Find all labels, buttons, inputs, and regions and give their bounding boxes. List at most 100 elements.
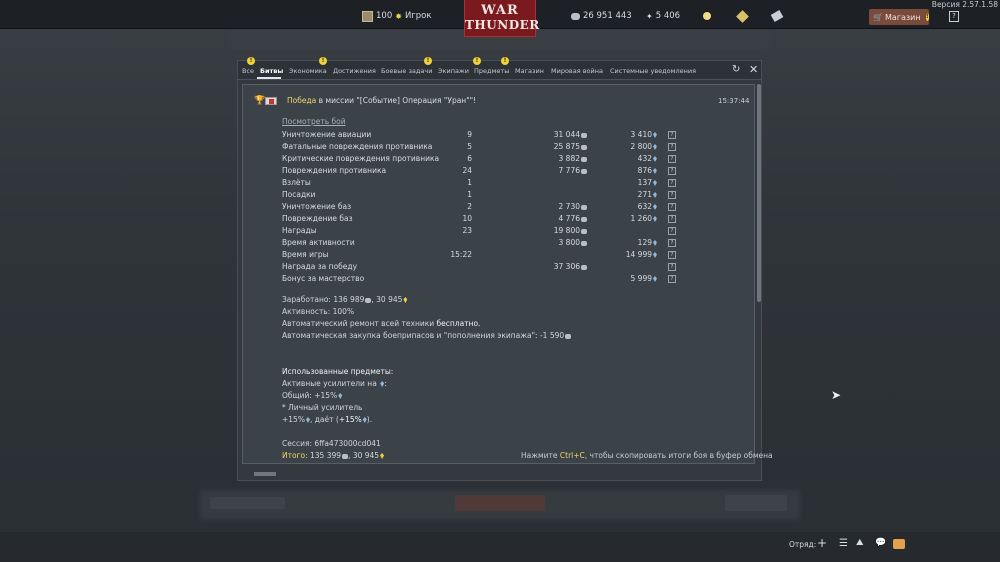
rp-icon <box>653 156 657 162</box>
rp-icon <box>380 381 385 387</box>
row-name: Критические повреждения противника <box>282 154 440 163</box>
row-rp: 137 <box>607 178 657 187</box>
row-name: Награда за победу <box>282 262 358 271</box>
table-row: Критические повреждения противника 6 3 882… <box>282 154 682 166</box>
row-rp: 3 410 <box>607 130 657 139</box>
ammo-line: Автоматическая закупка боеприпасов и "по… <box>282 331 572 340</box>
cart-icon: 🛒 <box>873 12 883 22</box>
coupon-button[interactable] <box>770 9 784 23</box>
rp-icon <box>653 168 657 174</box>
message-title: Победа в миссии "[Событие] Операция "Ура… <box>287 96 476 105</box>
row-rp: 5 999 <box>607 274 657 283</box>
row-rp: 632 <box>607 202 657 211</box>
silver-icon <box>581 144 587 150</box>
row-rp: 1 260 <box>607 214 657 223</box>
row-rp: 876 <box>607 166 657 175</box>
copy-hint-key: Ctrl+C <box>559 451 585 460</box>
country-flag-icon <box>265 97 277 105</box>
row-silver: 37 306 <box>517 262 587 271</box>
alert-icon: ! <box>501 57 509 65</box>
row-help-icon[interactable]: ? <box>668 143 676 151</box>
star-icon: ✸ <box>395 11 402 21</box>
row-help-icon[interactable]: ? <box>668 131 676 139</box>
profile-button[interactable]: 100 ✸ Игрок <box>362 9 432 23</box>
row-name: Бонус за мастерство <box>282 274 365 283</box>
shop-button[interactable]: 🛒 Магазин ! <box>869 9 929 25</box>
tab-system-notifications[interactable]: Системные уведомления <box>610 67 696 75</box>
row-help-icon[interactable]: ? <box>668 275 676 283</box>
table-row: Уничтожение авиации 9 31 044 3 410? <box>282 130 682 142</box>
row-silver: 19 800 <box>517 226 587 235</box>
row-rp: 2 800 <box>607 142 657 151</box>
tab-achievements[interactable]: Достижения <box>333 67 376 75</box>
gold-balance[interactable]: ✦ 5 406 <box>646 9 680 23</box>
background-ghost-button <box>455 495 545 511</box>
alert-icon: ! <box>319 57 327 65</box>
silver-icon <box>365 297 372 303</box>
row-help-icon[interactable]: ? <box>668 263 676 271</box>
active-boosters-line: Активные усилители на : <box>282 379 387 388</box>
bulb-icon <box>703 12 711 20</box>
scrollbar[interactable] <box>757 84 761 302</box>
list-icon[interactable]: ☰ <box>839 538 848 549</box>
alert-icon: ! <box>925 13 929 21</box>
research-button[interactable] <box>703 9 711 23</box>
row-name: Время активности <box>282 238 355 247</box>
tab-shop[interactable]: Магазин <box>515 67 544 75</box>
add-squad-icon[interactable]: + <box>817 536 827 550</box>
general-booster: Общий: +15% <box>282 391 338 400</box>
tab-battle-tasks[interactable]: Боевые задачи <box>381 67 432 75</box>
table-row: Время игры 15:22 14 999? <box>282 250 682 262</box>
close-icon[interactable]: ✕ <box>749 63 758 76</box>
personal-bonus-result: +15% <box>338 415 362 424</box>
bottom-bar: Отряд: + ☰ ⛰ 💬 <box>0 532 1000 562</box>
game-logo[interactable]: WAR THUNDER <box>464 0 539 37</box>
earned-line: Заработано: 136 989, 30 945 <box>282 295 408 304</box>
table-row: Награды 23 19 800? <box>282 226 682 238</box>
row-help-icon[interactable]: ? <box>668 191 676 199</box>
row-count: 1 <box>467 178 472 187</box>
silver-icon <box>581 216 587 222</box>
row-name: Уничтожение баз <box>282 202 352 211</box>
row-silver: 25 875 <box>517 142 587 151</box>
row-help-icon[interactable]: ? <box>668 179 676 187</box>
total-silver: 135 399 <box>310 451 342 460</box>
tab-all[interactable]: Все <box>242 67 254 75</box>
tab-items[interactable]: Предметы <box>474 67 509 75</box>
contacts-icon[interactable]: ⛰ <box>856 538 864 548</box>
row-help-icon[interactable]: ? <box>668 215 676 223</box>
repair-value: бесплатно. <box>436 319 481 328</box>
row-help-icon[interactable]: ? <box>668 227 676 235</box>
silver-balance[interactable]: 26 951 443 <box>571 9 632 23</box>
help-button[interactable]: ? <box>949 11 959 22</box>
row-help-icon[interactable]: ? <box>668 155 676 163</box>
earned-silver: 136 989 <box>333 295 365 304</box>
tab-battles[interactable]: Битвы <box>260 67 283 75</box>
trophy-button[interactable] <box>736 9 749 23</box>
row-help-icon[interactable]: ? <box>668 239 676 247</box>
copy-hint-pre: Нажмите <box>521 451 560 460</box>
row-count: 23 <box>462 226 472 235</box>
refresh-icon[interactable]: ↻ <box>732 64 740 75</box>
mouse-cursor-icon: ➤ <box>831 388 842 402</box>
tab-economy[interactable]: Экономика <box>289 67 327 75</box>
row-help-icon[interactable]: ? <box>668 167 676 175</box>
diamond-icon <box>736 9 749 23</box>
row-name: Награды <box>282 226 317 235</box>
table-row: Награда за победу 37 306? <box>282 262 682 274</box>
table-row: Повреждение баз 10 4 776 1 260? <box>282 214 682 226</box>
row-name: Повреждения противника <box>282 166 387 175</box>
table-row: Повреждения противника 24 7 776 876? <box>282 166 682 178</box>
row-help-icon[interactable]: ? <box>668 251 676 259</box>
victory-word: Победа <box>287 96 317 105</box>
tab-crews[interactable]: Экипажи <box>438 67 469 75</box>
table-row: Фатальные повреждения противника 5 25 875 2… <box>282 142 682 154</box>
tab-world-war[interactable]: Мировая война <box>551 67 603 75</box>
view-battle-link[interactable]: Посмотреть бой <box>282 117 346 126</box>
row-help-icon[interactable]: ? <box>668 203 676 211</box>
mail-icon[interactable] <box>893 539 905 549</box>
table-row: Посадки 1 271? <box>282 190 682 202</box>
table-row: Бонус за мастерство 5 999? <box>282 274 682 286</box>
chat-icon[interactable]: 💬 <box>875 538 886 548</box>
row-rp: 14 999 <box>607 250 657 259</box>
